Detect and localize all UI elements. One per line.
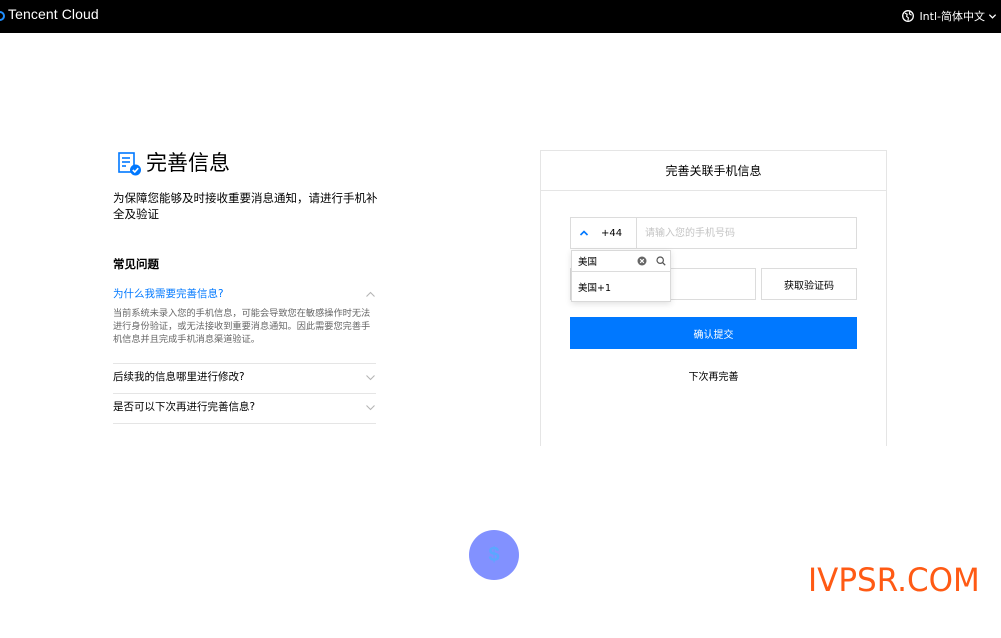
faq-question: 是否可以下次再进行完善信息?	[113, 401, 256, 413]
search-icon[interactable]	[656, 256, 666, 266]
clear-icon[interactable]	[637, 256, 647, 266]
complete-later-link[interactable]: 下次再完善	[570, 368, 857, 383]
country-code-value: +44	[601, 227, 623, 239]
submit-button[interactable]: 确认提交	[570, 317, 857, 349]
country-option-us[interactable]: 美国+1	[572, 272, 670, 302]
document-check-icon	[118, 152, 141, 176]
country-dropdown: 美国+1	[571, 250, 671, 302]
tencent-cloud-logo-icon	[0, 11, 5, 21]
chevron-down-icon	[366, 404, 375, 410]
card-title: 完善关联手机信息	[541, 151, 886, 191]
faq-question-toggle[interactable]: 是否可以下次再进行完善信息?	[113, 400, 376, 414]
get-code-button[interactable]: 获取验证码	[761, 268, 857, 300]
country-search-row	[572, 251, 670, 272]
language-label: Intl-简体中文	[919, 10, 985, 23]
chevron-down-icon	[988, 13, 997, 19]
chevron-down-icon	[366, 374, 375, 380]
dollar-icon: $	[488, 543, 500, 566]
faq-heading: 常见问题	[113, 257, 159, 271]
faq-answer: 当前系统未录入您的手机信息，可能会导致您在敏感操作时无法进行身份验证，或无法接收…	[113, 308, 371, 345]
language-switcher[interactable]: Intl-简体中文	[902, 8, 997, 24]
top-bar: Tencent Cloud Intl-简体中文	[0, 0, 1001, 33]
chevron-up-icon	[366, 291, 375, 297]
phone-number-row: +44	[570, 217, 857, 249]
faq-question-toggle[interactable]: 为什么我需要完善信息?	[113, 287, 376, 301]
faq-question: 后续我的信息哪里进行修改?	[113, 371, 245, 383]
phone-number-input[interactable]	[637, 218, 856, 248]
floating-dollar-badge[interactable]: $	[469, 530, 519, 580]
faq-question-toggle[interactable]: 后续我的信息哪里进行修改?	[113, 370, 376, 384]
country-search-input[interactable]	[578, 252, 634, 270]
country-code-selector[interactable]: +44	[571, 218, 637, 248]
page-title: 完善信息	[146, 151, 230, 175]
watermark: IVPSR.COM	[808, 562, 980, 600]
brand-name[interactable]: Tencent Cloud	[8, 6, 99, 22]
faq-item-why-complete: 为什么我需要完善信息? 当前系统未录入您的手机信息，可能会导致您在敏感操作时无法…	[113, 287, 376, 364]
faq-item-where-modify: 后续我的信息哪里进行修改?	[113, 370, 376, 394]
page-description: 为保障您能够及时接收重要消息通知，请进行手机补全及验证	[113, 191, 378, 221]
chevron-up-icon	[579, 230, 589, 236]
faq-question: 为什么我需要完善信息?	[113, 288, 224, 300]
globe-icon	[902, 10, 915, 22]
faq-item-complete-later: 是否可以下次再进行完善信息?	[113, 400, 376, 424]
